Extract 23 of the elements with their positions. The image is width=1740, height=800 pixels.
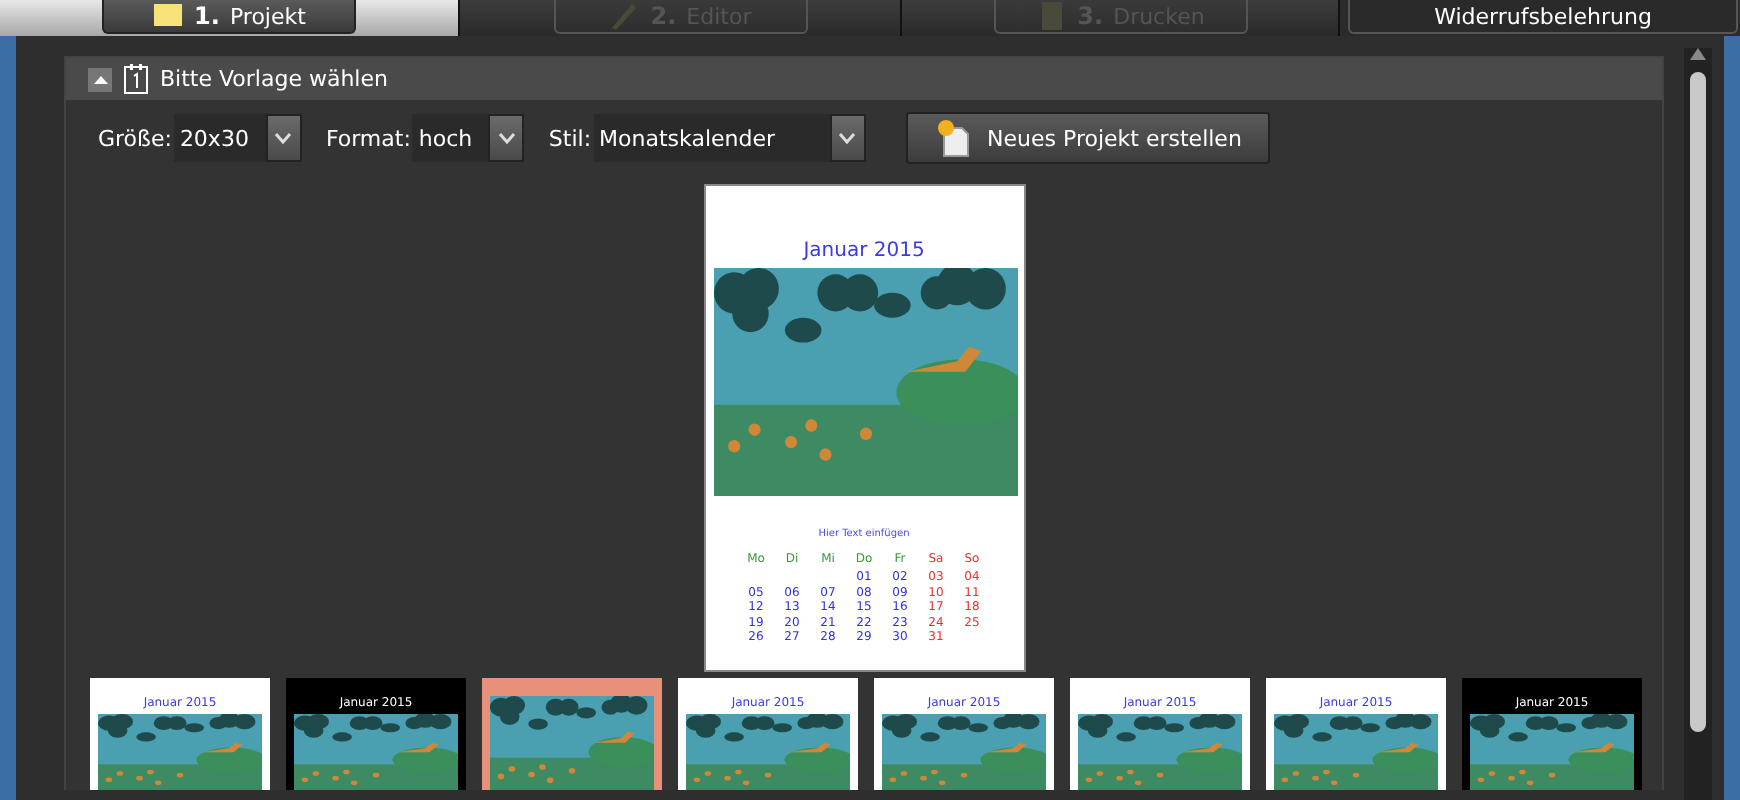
month-title: Januar 2015 xyxy=(800,240,927,262)
scroll-up-arrow-icon[interactable] xyxy=(1690,48,1706,60)
chevron-down-icon xyxy=(838,132,857,144)
chevron-down-icon xyxy=(274,132,293,144)
scrollbar[interactable] xyxy=(1684,48,1712,800)
withdrawal-info-button[interactable]: Widerrufsbelehrung xyxy=(1348,0,1738,34)
pencil-icon xyxy=(608,0,641,32)
dropdown-field[interactable]: Monatskalender xyxy=(593,114,866,162)
dropdown-field[interactable]: hoch xyxy=(412,114,525,162)
dropdown-field[interactable]: 20x30 xyxy=(173,114,302,162)
step-tab[interactable]: 1. Projekt xyxy=(102,0,356,34)
field-label: Größe: xyxy=(98,125,172,151)
folder-icon xyxy=(152,0,185,32)
field-label: Stil: xyxy=(548,125,592,151)
collapse-toggle[interactable] xyxy=(88,67,112,91)
template-thumbnail[interactable] xyxy=(482,678,662,790)
calendar-icon xyxy=(124,64,148,94)
panel-title: Bitte Vorlage wählen xyxy=(160,66,388,92)
create-project-button[interactable]: Neues Projekt erstellen xyxy=(905,112,1270,164)
new-document-icon xyxy=(935,118,972,158)
chevron-down-icon xyxy=(497,132,516,144)
field-label: Format: xyxy=(325,125,411,151)
collapse-arrow-icon xyxy=(93,75,107,83)
